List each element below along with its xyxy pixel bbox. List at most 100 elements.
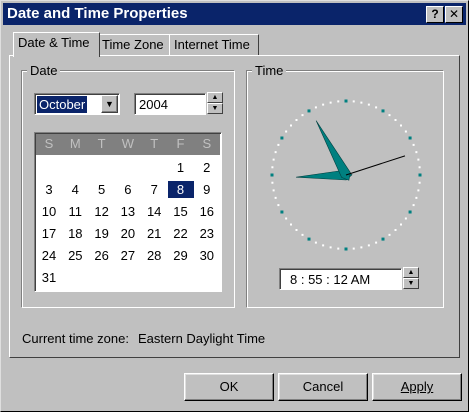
clock-minute-mark xyxy=(412,204,415,207)
clock-minute-mark xyxy=(285,217,288,220)
clock-minute-mark xyxy=(352,100,355,103)
date-group-label: Date xyxy=(27,63,61,78)
clock-minute-mark xyxy=(394,228,397,231)
calendar-day[interactable]: 6 xyxy=(115,181,141,198)
chevron-down-icon[interactable]: ▼ xyxy=(101,95,118,113)
help-button[interactable]: ? xyxy=(426,6,444,23)
clock-minute-hand xyxy=(315,120,351,181)
calendar-day[interactable]: 31 xyxy=(36,269,62,286)
calendar-day[interactable]: 3 xyxy=(36,181,62,198)
clock-minute-mark xyxy=(322,103,325,106)
clock-minute-mark xyxy=(290,124,293,127)
month-dropdown[interactable]: October ▼ xyxy=(34,93,120,115)
calendar-day[interactable]: 10 xyxy=(36,203,62,220)
close-button[interactable]: ✕ xyxy=(445,6,463,23)
calendar-day[interactable]: 28 xyxy=(141,247,167,264)
calendar-day[interactable]: 2 xyxy=(194,159,220,176)
calendar-day[interactable]: 24 xyxy=(36,247,62,264)
calendar-grid[interactable]: SMTWTFS 1 2 3 4 5 6 7 8 9 10 11 12 13 14 15 16 17 18 19 20 2… xyxy=(34,132,222,292)
spin-down-icon[interactable]: ▼ xyxy=(207,103,223,114)
weekday-header: S xyxy=(202,136,212,151)
calendar-day[interactable]: 25 xyxy=(62,247,88,264)
spin-up-icon[interactable]: ▲ xyxy=(403,267,419,278)
clock-minute-mark xyxy=(301,114,304,117)
calendar-day[interactable]: 17 xyxy=(36,225,62,242)
clock-minute-mark xyxy=(295,119,298,122)
calendar-day[interactable]: 29 xyxy=(168,247,194,264)
clock-minute-mark xyxy=(285,130,288,133)
clock-hour-mark xyxy=(381,109,385,113)
calendar-day[interactable]: 26 xyxy=(89,247,115,264)
clock-hour-mark xyxy=(270,173,274,177)
calendar-day[interactable]: 20 xyxy=(115,225,141,242)
clock-minute-mark xyxy=(404,130,407,133)
calendar-day[interactable]: 11 xyxy=(62,203,88,220)
weekday-header: W xyxy=(121,136,135,151)
year-value: 2004 xyxy=(139,97,168,112)
clock-hour-mark xyxy=(280,210,284,214)
ok-button[interactable]: OK xyxy=(184,373,274,401)
clock-minute-mark xyxy=(272,158,275,161)
clock-minute-mark xyxy=(337,247,340,250)
clock-minute-mark xyxy=(322,244,325,247)
spin-up-icon[interactable]: ▲ xyxy=(207,92,223,103)
calendar-day[interactable]: 15 xyxy=(168,203,194,220)
calendar-day[interactable]: 21 xyxy=(141,225,167,242)
weekday-header-row: SMTWTFS xyxy=(36,134,220,155)
weekday-header: F xyxy=(176,136,185,151)
clock-minute-mark xyxy=(271,166,274,169)
calendar-day[interactable]: 23 xyxy=(194,225,220,242)
clock-minute-mark xyxy=(375,241,378,244)
calendar-day[interactable]: 7 xyxy=(141,181,167,198)
clock-minute-mark xyxy=(274,151,277,154)
clock-minute-mark xyxy=(399,124,402,127)
tab-time-zone[interactable]: Time Zone xyxy=(97,34,170,56)
clock-minute-mark xyxy=(329,246,332,249)
calendar-day[interactable]: 14 xyxy=(141,203,167,220)
title-bar[interactable]: Date and Time Properties ? ✕ xyxy=(3,3,466,25)
calendar-day[interactable]: 27 xyxy=(115,247,141,264)
calendar-day[interactable]: 9 xyxy=(194,181,220,198)
calendar-day[interactable]: 13 xyxy=(115,203,141,220)
clock-hour-mark xyxy=(418,173,422,177)
spin-down-icon[interactable]: ▼ xyxy=(403,278,419,289)
time-field[interactable]: 8 : 55 : 12 AM xyxy=(279,268,402,290)
time-value: 8 : 55 : 12 AM xyxy=(290,272,371,287)
clock-minute-mark xyxy=(271,181,274,184)
apply-button[interactable]: Apply xyxy=(372,373,462,401)
clock-minute-mark xyxy=(367,244,370,247)
clock-hour-mark xyxy=(280,136,284,140)
calendar-day[interactable]: 16 xyxy=(194,203,220,220)
tab-internet-time[interactable]: Internet Time xyxy=(169,34,259,56)
clock-minute-mark xyxy=(301,233,304,236)
tab-date-time[interactable]: Date & Time xyxy=(13,32,100,57)
calendar-day[interactable]: 5 xyxy=(89,181,115,198)
clock-second-hand xyxy=(345,155,406,176)
clock-minute-mark xyxy=(417,189,420,192)
clock-hour-mark xyxy=(344,247,348,251)
window-title: Date and Time Properties xyxy=(7,5,188,22)
clock-minute-mark xyxy=(417,158,420,161)
calendar-day[interactable]: 22 xyxy=(168,225,194,242)
calendar-day[interactable]: 19 xyxy=(89,225,115,242)
clock-minute-mark xyxy=(352,247,355,250)
analog-clock xyxy=(261,93,431,258)
year-spinner[interactable]: ▲ ▼ xyxy=(207,92,223,114)
calendar-day-selected[interactable]: 8 xyxy=(167,181,194,198)
clock-hour-mark xyxy=(408,210,412,214)
year-field[interactable]: 2004 xyxy=(134,93,206,115)
clock-minute-mark xyxy=(290,223,293,226)
clock-minute-mark xyxy=(274,196,277,199)
clock-hour-mark xyxy=(307,109,311,113)
weekday-header: S xyxy=(44,136,54,151)
calendar-day[interactable]: 12 xyxy=(89,203,115,220)
calendar-day[interactable]: 1 xyxy=(168,159,194,176)
weekday-header: M xyxy=(69,136,81,151)
time-spinner[interactable]: ▲ ▼ xyxy=(403,267,419,289)
calendar-day[interactable]: 30 xyxy=(194,247,220,264)
clock-minute-mark xyxy=(418,181,421,184)
calendar-day[interactable]: 4 xyxy=(62,181,88,198)
cancel-button[interactable]: Cancel xyxy=(278,373,368,401)
calendar-day[interactable]: 18 xyxy=(62,225,88,242)
apply-label: Apply xyxy=(400,379,434,394)
